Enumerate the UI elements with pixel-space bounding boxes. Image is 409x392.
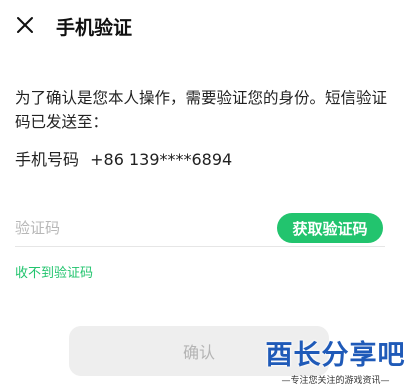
verification-description: 为了确认是您本人操作，需要验证您的身份。短信验证码已发送至： [15, 89, 388, 131]
top-bar: 手机验证 [0, 0, 409, 52]
no-code-link[interactable]: 收不到验证码 [15, 262, 93, 281]
phone-number-value: +86 139****6894 [90, 150, 233, 169]
close-icon [17, 17, 33, 33]
close-button[interactable] [12, 12, 38, 38]
verification-code-input[interactable] [15, 216, 255, 240]
phone-number-label: 手机号码 [15, 150, 80, 169]
get-code-button[interactable]: 获取验证码 [277, 213, 383, 243]
phone-number-row: 手机号码 +86 139****6894 [15, 146, 232, 170]
input-divider [15, 246, 385, 247]
watermark-brand: 酉长分享吧 [265, 340, 406, 371]
watermark: 酉长分享吧 —专注您关注的游戏资讯— [262, 338, 409, 392]
page-title: 手机验证 [56, 17, 133, 39]
watermark-tagline: —专注您关注的游戏资讯— [281, 376, 390, 386]
